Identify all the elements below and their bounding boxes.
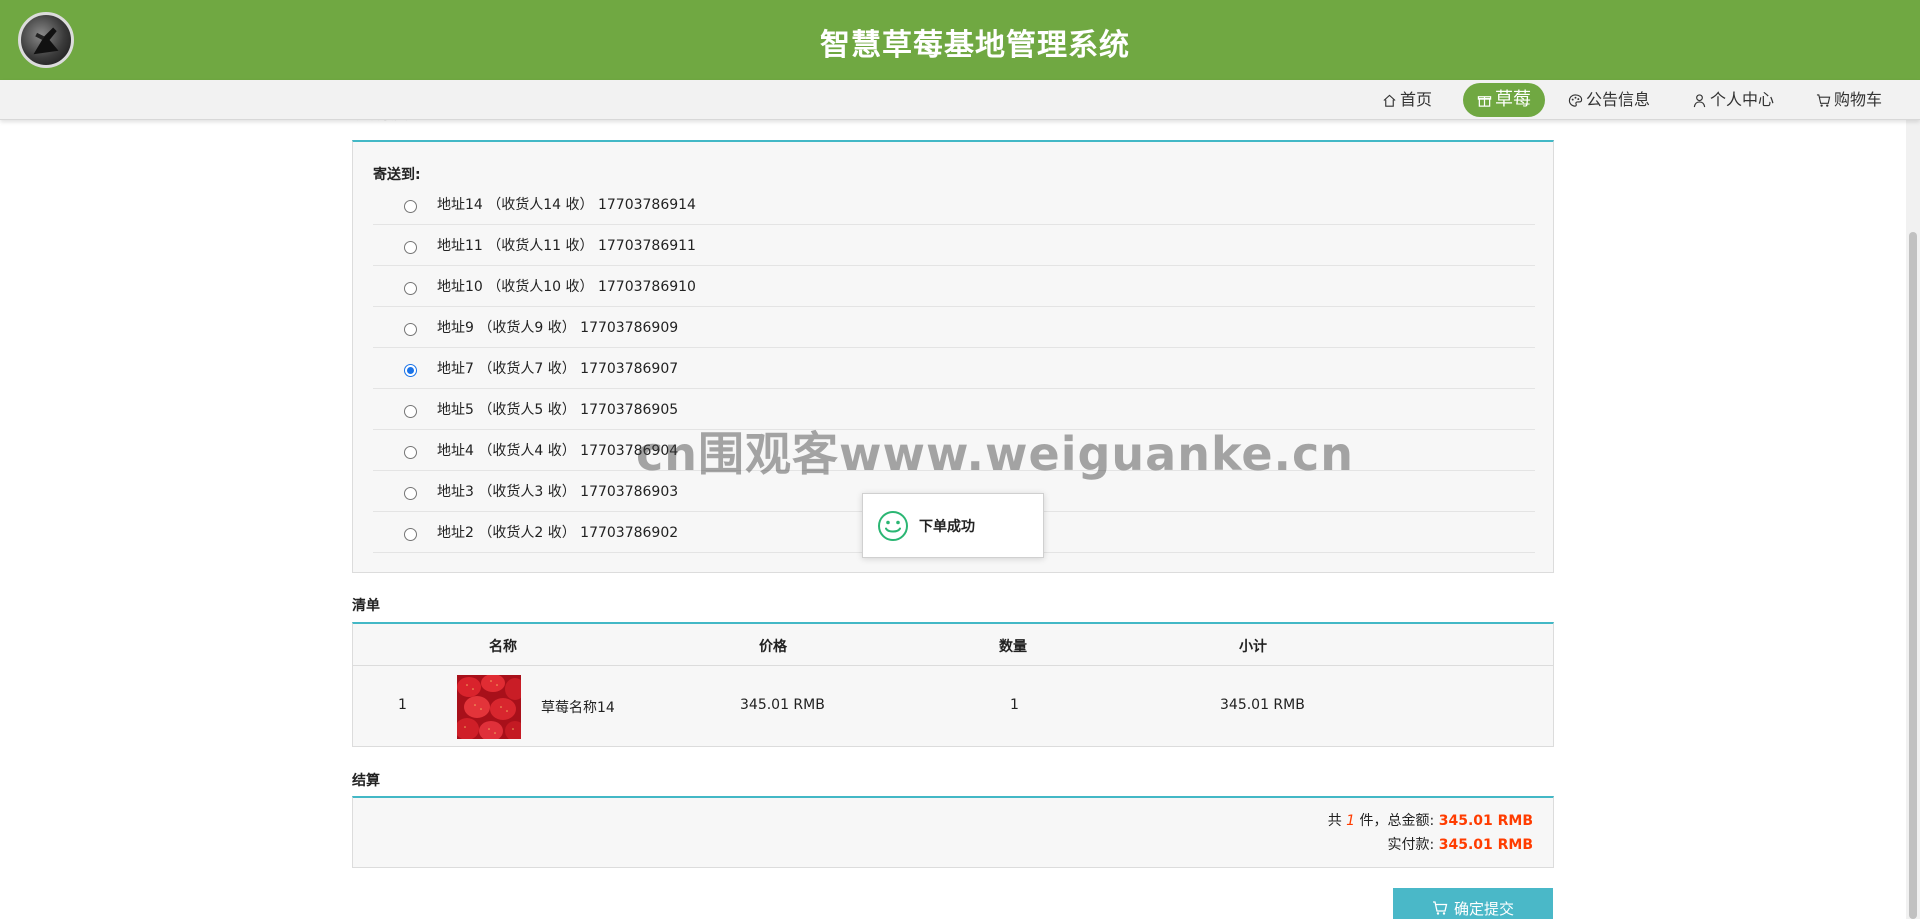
- address-text: 地址14 （收货人14 收） 17703786914: [437, 197, 696, 213]
- total-amount: 345.01 RMB: [1438, 813, 1533, 829]
- header-price: 价格: [759, 639, 787, 655]
- list-section-title: 清单: [352, 598, 380, 614]
- settle-panel: 共 1 件，总金额: 345.01 RMB 实付款: 345.01 RMB: [352, 796, 1554, 868]
- nav-item-notice[interactable]: 公告信息: [1568, 80, 1650, 120]
- address-item[interactable]: 地址9 （收货人9 收） 17703786909: [373, 307, 1535, 348]
- toast-message: 下单成功: [919, 518, 975, 535]
- item-count: 1: [1346, 813, 1356, 829]
- header-subtotal: 小计: [1239, 639, 1267, 655]
- address-item[interactable]: 地址11 （收货人11 收） 17703786911: [373, 225, 1535, 266]
- row-price: 345.01 RMB: [740, 697, 825, 713]
- watermark: cn围观客www.weiguanke.cn: [636, 427, 1355, 481]
- settle-section-title: 结算: [352, 773, 380, 789]
- cart-icon: [1816, 93, 1831, 107]
- site-title: 智慧草莓基地管理系统: [820, 28, 1130, 63]
- nav-item-home[interactable]: 首页: [1382, 80, 1432, 120]
- user-icon: [1693, 93, 1706, 107]
- paid-amount: 345.01 RMB: [1438, 837, 1533, 853]
- header-qty: 数量: [999, 639, 1027, 655]
- address-radio[interactable]: [404, 199, 417, 213]
- smile-icon: [878, 510, 908, 541]
- nav-item-label: 草莓: [1495, 89, 1531, 110]
- nav-item-label: 首页: [1400, 90, 1433, 109]
- row-index: 1: [398, 697, 407, 713]
- paid-label: 实付款:: [1387, 837, 1439, 853]
- address-radio[interactable]: [404, 486, 417, 500]
- address-radio[interactable]: [404, 404, 417, 418]
- scrollbar-thumb[interactable]: [1909, 232, 1917, 919]
- address-radio[interactable]: [404, 281, 417, 295]
- nav-item-label: 公告信息: [1586, 90, 1651, 109]
- address-radio[interactable]: [404, 527, 417, 541]
- table-row: 1 草莓名称14 345.01 RMB 1 345.01 RMB: [353, 666, 1553, 747]
- row-name[interactable]: 草莓名称14: [541, 697, 615, 717]
- palette-icon: [1568, 93, 1583, 107]
- nav-item-cart[interactable]: 购物车: [1816, 80, 1882, 120]
- address-text: 地址5 （收货人5 收） 17703786905: [437, 402, 679, 418]
- address-radio[interactable]: [404, 322, 417, 336]
- count-prefix: 共: [1327, 813, 1347, 829]
- total-line: 共 1 件，总金额: 345.01 RMB: [1328, 810, 1533, 830]
- address-text: 地址10 （收货人10 收） 17703786910: [437, 279, 696, 295]
- address-radio[interactable]: [404, 445, 417, 459]
- address-text: 地址9 （收货人9 收） 17703786909: [437, 320, 679, 336]
- address-item[interactable]: 地址14 （收货人14 收） 17703786914: [373, 184, 1535, 225]
- address-text: 地址3 （收货人3 收） 17703786903: [437, 484, 679, 500]
- gift-icon: [1477, 95, 1492, 107]
- cart-icon: [1432, 901, 1448, 915]
- header-bar: 智慧草莓基地管理系统: [0, 0, 1920, 80]
- home-icon: [1383, 94, 1396, 107]
- nav-item-strawberry[interactable]: 草莓: [1463, 83, 1545, 117]
- page-scrollbar[interactable]: [1906, 120, 1920, 919]
- address-item[interactable]: 地址10 （收货人10 收） 17703786910: [373, 266, 1535, 307]
- address-text: 地址7 （收货人7 收） 17703786907: [437, 361, 679, 377]
- send-to-label: 寄送到:: [373, 167, 421, 183]
- address-text: 地址2 （收货人2 收） 17703786902: [437, 525, 679, 541]
- address-radio[interactable]: [404, 240, 417, 254]
- top-nav: 首页 草莓 公告信息 个人中心 购物车: [0, 80, 1920, 120]
- header-name: 名称: [489, 639, 517, 655]
- nav-item-profile[interactable]: 个人中心: [1692, 80, 1774, 120]
- submit-label: 确定提交: [1453, 900, 1514, 918]
- product-image[interactable]: [457, 675, 521, 739]
- count-suffix: 件，总金额:: [1355, 813, 1439, 829]
- paid-line: 实付款: 345.01 RMB: [1388, 834, 1533, 854]
- strawberry-image-icon: [457, 675, 521, 739]
- row-subtotal: 345.01 RMB: [1220, 697, 1305, 713]
- row-qty: 1: [1010, 697, 1019, 713]
- submit-order-button[interactable]: 确定提交: [1393, 888, 1553, 919]
- address-item[interactable]: 地址7 （收货人7 收） 17703786907: [373, 348, 1535, 389]
- nav-item-label: 购物车: [1834, 90, 1883, 109]
- nav-item-label: 个人中心: [1710, 90, 1775, 109]
- success-toast: 下单成功: [862, 493, 1044, 558]
- address-text: 地址11 （收货人11 收） 17703786911: [437, 238, 696, 254]
- table-header: 名称 价格 数量 小计: [353, 624, 1553, 666]
- order-list-panel: 名称 价格 数量 小计 1 草莓名称14 345.01 RMB 1 345.01…: [352, 622, 1554, 747]
- address-radio-selected[interactable]: [404, 363, 417, 377]
